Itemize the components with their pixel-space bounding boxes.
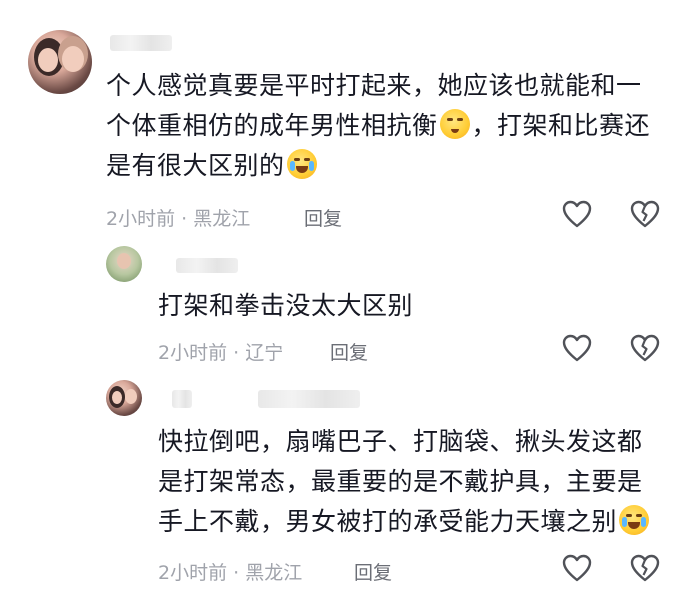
comment-line: 是有很大区别的 <box>106 146 650 186</box>
heart-outline-icon[interactable] <box>562 200 592 228</box>
comment-location: 黑龙江 <box>245 562 303 584</box>
comment-text: 快拉倒吧，扇嘴巴子、打脑袋、揪头发这都 是打架常态，最重要的是不戴护具，主要是 … <box>158 422 650 542</box>
meta-separator: · <box>233 342 240 364</box>
laughing-crying-icon <box>286 149 317 179</box>
broken-heart-icon[interactable] <box>630 554 660 582</box>
comment-meta: 2小时前 · 黑龙江 <box>106 204 250 231</box>
comment-text: 个人感觉真要是平时打起来，她应该也就能和一 个体重相仿的成年男性相抗衡 ，打架和比… <box>106 66 650 186</box>
username-redacted[interactable] <box>110 35 172 51</box>
username-redacted[interactable] <box>176 258 238 273</box>
laughing-crying-icon <box>619 505 650 535</box>
broken-heart-icon[interactable] <box>630 334 660 362</box>
comment-line: 个体重相仿的成年男性相抗衡 ，打架和比赛还 <box>106 109 651 140</box>
reply-button[interactable]: 回复 <box>304 204 342 231</box>
heart-outline-icon[interactable] <box>562 334 592 362</box>
comment-line: 打架和拳击没太大区别 <box>158 291 414 320</box>
dizzy-face-icon <box>439 109 470 139</box>
comment-location: 黑龙江 <box>193 208 251 230</box>
avatar[interactable] <box>106 380 142 416</box>
comment-line: 快拉倒吧，扇嘴巴子、打脑袋、揪头发这都 <box>158 427 643 456</box>
reply-button[interactable]: 回复 <box>354 558 392 585</box>
heart-outline-icon[interactable] <box>562 554 592 582</box>
comment-time: 2小时前 <box>158 342 228 364</box>
meta-separator: · <box>233 562 240 584</box>
comment-location: 辽宁 <box>245 342 284 364</box>
comment-time: 2小时前 <box>158 562 228 584</box>
broken-heart-icon[interactable] <box>630 200 660 228</box>
comment-meta: 2小时前 · 辽宁 <box>158 338 283 365</box>
username-redacted[interactable] <box>172 390 192 408</box>
comment-line: 是打架常态，最重要的是不戴护具，主要是 <box>158 467 643 496</box>
comment-time: 2小时前 <box>106 208 176 230</box>
comment-meta: 2小时前 · 黑龙江 <box>158 558 302 585</box>
username-redacted[interactable] <box>258 390 360 408</box>
comment-line: 个人感觉真要是平时打起来，她应该也就能和一 <box>106 71 642 100</box>
avatar[interactable] <box>106 246 142 282</box>
comment-line: 手上不戴，男女被打的承受能力天壤之别 <box>158 502 650 542</box>
avatar[interactable] <box>28 30 92 94</box>
reply-button[interactable]: 回复 <box>330 338 368 365</box>
comment-text: 打架和拳击没太大区别 <box>158 286 413 326</box>
meta-separator: · <box>181 208 188 230</box>
